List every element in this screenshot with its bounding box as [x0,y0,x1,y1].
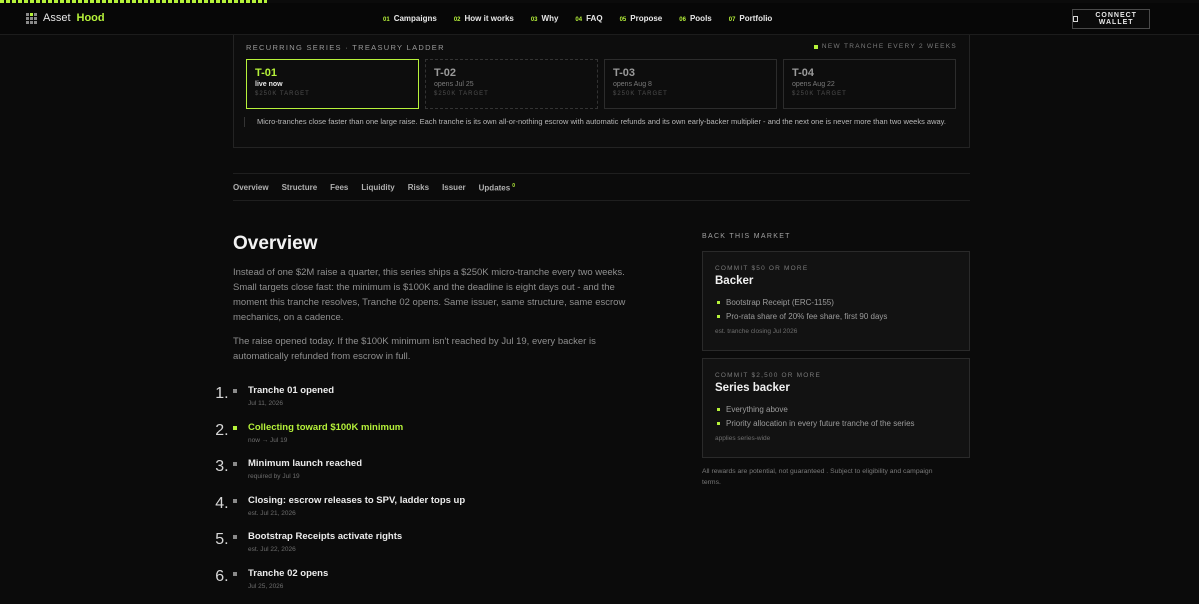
tranche-card-t02[interactable]: T-02 opens Jul 25 $250K TARGET [425,59,598,109]
square-bullet-icon [233,389,237,393]
tier-footnote: applies series-wide [715,435,771,442]
tier-benefit: Everything above [715,402,957,416]
recurring-series-panel: RECURRING SERIES · TREASURY LADDER NEW T… [233,35,970,148]
square-bullet-icon [717,300,720,304]
logo-grid-icon [26,12,37,24]
tab-updates[interactable]: Updates 0 [479,183,515,193]
square-bullet-icon [233,498,237,503]
tranche-cards: T-01 live now $250K TARGET T-02 opens Ju… [246,59,956,109]
tab-overview[interactable]: Overview [233,183,269,193]
square-bullet-icon [233,462,237,466]
reward-tier-backer[interactable]: COMMIT $50 OR MORE Backer Bootstrap Rece… [702,251,970,351]
wallet-icon [1073,16,1079,22]
square-bullet-icon [717,314,720,318]
nav-item-how-it-works[interactable]: 02 How it works [454,14,514,23]
overview-paragraph-2: The raise opened today. If the $100K min… [233,336,596,362]
square-bullet-icon [717,421,720,425]
rewards-disclaimer: All rewards are potential, not guarantee… [702,468,933,486]
tier-commit-amount: COMMIT $2,500 OR MORE [715,372,821,379]
brand-name-asset: Asset [43,12,71,24]
square-bullet-icon [233,535,237,539]
nav-item-faq[interactable]: 04 FAQ [575,14,602,23]
tier-commit-amount: COMMIT $50 OR MORE [715,265,809,272]
overview-paragraph-1: Instead of one $2M raise a quarter, this… [233,267,626,323]
section-tabs: Overview Structure Fees Liquidity Risks … [233,183,515,193]
square-bullet-icon [813,44,818,49]
nav-item-portfolio[interactable]: 07 Portfolio [729,14,773,23]
square-bullet-icon [233,425,237,430]
tier-name: Series backer [715,382,790,394]
tier-footnote: est. tranche closing Jul 2026 [715,328,798,335]
tab-fees[interactable]: Fees [330,183,348,193]
brand-logo[interactable]: Asset Hood [26,12,105,24]
tier-name: Backer [715,275,754,287]
overview-heading: Overview [233,233,318,254]
tranche-card-t01[interactable]: T-01 live now $250K TARGET [246,59,419,109]
tab-risks[interactable]: Risks [408,183,429,193]
nav-item-propose[interactable]: 05 Propose [620,14,663,23]
tabs-divider-bottom [233,200,970,201]
nav-item-pools[interactable]: 06 Pools [679,14,711,23]
main-nav: 01 Campaigns 02 How it works 03 Why 04 FAQ 0… [383,14,772,23]
tier-benefit: Priority allocation in every future tran… [715,416,957,430]
tier-benefit: Bootstrap Receipt (ERC-1155) [715,295,957,309]
square-bullet-icon [717,407,720,411]
nav-item-campaigns[interactable]: 01 Campaigns [383,14,437,23]
connect-wallet-button[interactable]: CONNECT WALLET [1072,9,1150,29]
tabs-divider-top [233,173,970,174]
tab-liquidity[interactable]: Liquidity [361,183,394,193]
nav-item-why[interactable]: 03 Why [531,14,559,23]
tier-benefit: Pro-rata share of 20% fee share, first 9… [715,309,957,323]
series-cadence-note: NEW TRANCHE EVERY 2 WEEKS [813,43,957,50]
tranche-card-t04[interactable]: T-04 opens Aug 22 $250K TARGET [783,59,956,109]
brand-name-hood: Hood [76,12,105,24]
square-bullet-icon [233,571,237,576]
tranche-card-t03[interactable]: T-03 opens Aug 8 $250K TARGET [604,59,777,109]
series-title: RECURRING SERIES · TREASURY LADDER [246,43,445,52]
tab-issuer[interactable]: Issuer [442,183,466,193]
back-market-heading: BACK THIS MARKET [702,233,791,240]
series-description: Micro-tranches close faster than one lar… [244,117,956,127]
updates-count-badge: 0 [512,183,515,189]
top-navigation-bar: Asset Hood 01 Campaigns 02 How it works 03… [0,3,1199,35]
tab-structure[interactable]: Structure [282,183,318,193]
reward-tier-series-backer[interactable]: COMMIT $2,500 OR MORE Series backer Ever… [702,358,970,458]
